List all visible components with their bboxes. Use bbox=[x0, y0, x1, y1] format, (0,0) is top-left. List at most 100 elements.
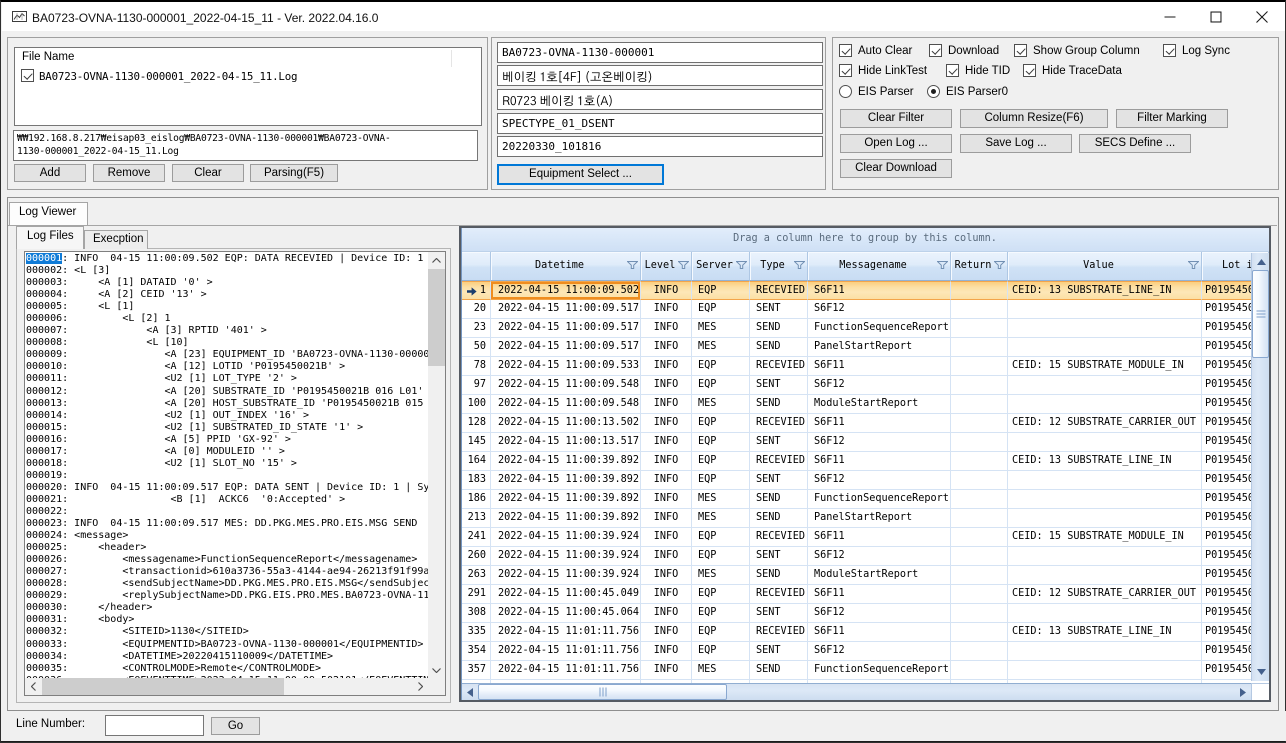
grid-row-335[interactable]: 3352022-04-15 11:01:11.756INFOEQPRECEVIE… bbox=[461, 623, 1251, 642]
grid-cell-datetime[interactable]: 2022-04-15 11:00:39.892 bbox=[491, 490, 641, 509]
grid-cell-value[interactable] bbox=[1008, 338, 1202, 357]
grid-cell-type[interactable]: SEND bbox=[750, 566, 808, 585]
grid-cell-server[interactable]: EQP bbox=[692, 281, 750, 300]
filter-funnel-icon[interactable] bbox=[736, 261, 747, 269]
open-log-button[interactable]: Open Log ... bbox=[840, 134, 952, 153]
grid-cell-message[interactable]: FunctionSequenceReport bbox=[808, 490, 951, 509]
checkbox-box-icon[interactable] bbox=[839, 44, 852, 57]
grid-cell-server[interactable]: EQP bbox=[692, 357, 750, 376]
grid-scroll-right-icon[interactable] bbox=[1234, 684, 1251, 701]
grid-cell-value[interactable]: CEID: 13 SUBSTRATE_LINE_IN bbox=[1008, 623, 1202, 642]
grid-cell-level[interactable]: INFO bbox=[641, 376, 692, 395]
grid-row-23[interactable]: 232022-04-15 11:00:09.517INFOMESSENDFunc… bbox=[461, 319, 1251, 338]
grid-cell-ind[interactable]: 145 bbox=[461, 433, 491, 452]
close-button[interactable] bbox=[1239, 2, 1285, 31]
checkbox-box-icon[interactable] bbox=[1163, 44, 1176, 57]
grid-cell-value[interactable] bbox=[1008, 547, 1202, 566]
grid-cell-server[interactable]: MES bbox=[692, 395, 750, 414]
grid-cell-type[interactable]: SENT bbox=[750, 547, 808, 566]
grid-cell-lot[interactable]: P0195450021B bbox=[1202, 433, 1251, 452]
grid-cell-message[interactable]: FunctionSequenceReport bbox=[808, 661, 951, 680]
scroll-left-icon[interactable] bbox=[25, 678, 42, 695]
grid-cell-message[interactable]: S6F11 bbox=[808, 357, 951, 376]
grid-cell-type[interactable]: SENT bbox=[750, 300, 808, 319]
scroll-right-icon[interactable] bbox=[412, 678, 429, 695]
grid-cell-datetime[interactable]: 2022-04-15 11:01:11.756 bbox=[491, 661, 641, 680]
checkbox-box-icon[interactable] bbox=[839, 64, 852, 77]
radio-circle-icon[interactable] bbox=[927, 85, 940, 98]
grid-cell-server[interactable]: EQP bbox=[692, 528, 750, 547]
grid-cell-server[interactable]: EQP bbox=[692, 604, 750, 623]
grid-vertical-scrollbar[interactable] bbox=[1251, 253, 1269, 681]
grid-cell-value[interactable] bbox=[1008, 433, 1202, 452]
clear-button[interactable]: Clear bbox=[172, 164, 244, 182]
grid-cell-datetime[interactable]: 2022-04-15 11:00:09.548 bbox=[491, 395, 641, 414]
grid-cell-message[interactable]: S6F12 bbox=[808, 300, 951, 319]
log-text-area[interactable]: 000001: INFO 04-15 11:00:09.502 EQP: DAT… bbox=[24, 251, 446, 696]
grid-cell-datetime[interactable]: 2022-04-15 11:00:09.517 bbox=[491, 319, 641, 338]
scroll-down-icon[interactable] bbox=[428, 662, 445, 679]
grid-cell-type[interactable]: RECEVIED bbox=[750, 528, 808, 547]
grid-cell-ind[interactable]: 357 bbox=[461, 661, 491, 680]
grid-cell-return[interactable] bbox=[951, 566, 1008, 585]
grid-group-by-band[interactable]: Drag a column here to group by this colu… bbox=[461, 228, 1269, 252]
grid-column-header-server[interactable]: Server bbox=[692, 252, 750, 281]
filter-funnel-icon[interactable] bbox=[1188, 261, 1199, 269]
grid-column-header-datetime[interactable]: Datetime bbox=[491, 252, 641, 281]
grid-cell-datetime[interactable]: 2022-04-15 11:00:13.517 bbox=[491, 433, 641, 452]
line-number-input[interactable] bbox=[105, 715, 204, 736]
grid-cell-return[interactable] bbox=[951, 642, 1008, 661]
grid-row-128[interactable]: 1282022-04-15 11:00:13.502INFOEQPRECEVIE… bbox=[461, 414, 1251, 433]
grid-cell-level[interactable]: INFO bbox=[641, 281, 692, 300]
tab-log-viewer[interactable]: Log Viewer bbox=[9, 202, 88, 225]
grid-row-186[interactable]: 1862022-04-15 11:00:39.892INFOMESSENDFun… bbox=[461, 490, 1251, 509]
grid-cell-value[interactable]: CEID: 13 SUBSTRATE_LINE_IN bbox=[1008, 452, 1202, 471]
grid-cell-lot[interactable]: P0195450021B bbox=[1202, 604, 1251, 623]
grid-cell-level[interactable]: INFO bbox=[641, 490, 692, 509]
grid-row-213[interactable]: 2132022-04-15 11:00:39.892INFOMESSENDPan… bbox=[461, 509, 1251, 528]
grid-cell-datetime[interactable]: 2022-04-15 11:01:11.756 bbox=[491, 623, 641, 642]
grid-row-308[interactable]: 3082022-04-15 11:00:45.064INFOEQPSENTS6F… bbox=[461, 604, 1251, 623]
grid-cell-return[interactable] bbox=[951, 357, 1008, 376]
grid-cell-type[interactable]: RECEVIED bbox=[750, 414, 808, 433]
grid-cell-return[interactable] bbox=[951, 395, 1008, 414]
grid-cell-lot[interactable]: P0195450021B bbox=[1202, 471, 1251, 490]
grid-cell-type[interactable]: SENT bbox=[750, 642, 808, 661]
scroll-up-icon[interactable] bbox=[428, 252, 445, 269]
grid-cell-ind[interactable]: 97 bbox=[461, 376, 491, 395]
spec-date-field[interactable]: 20220330_101816 bbox=[497, 136, 823, 157]
grid-cell-return[interactable] bbox=[951, 661, 1008, 680]
grid-cell-lot[interactable]: P0195450021B bbox=[1202, 509, 1251, 528]
filter-marking-button[interactable]: Filter Marking bbox=[1116, 109, 1228, 128]
grid-cell-value[interactable]: CEID: 12 SUBSTRATE_CARRIER_OUT bbox=[1008, 585, 1202, 604]
file-list-column-header[interactable]: File Name bbox=[22, 51, 74, 63]
grid-cell-lot[interactable]: P0195450021B bbox=[1202, 395, 1251, 414]
grid-cell-message[interactable]: PanelStartReport bbox=[808, 338, 951, 357]
grid-row-145[interactable]: 1452022-04-15 11:00:13.517INFOEQPSENTS6F… bbox=[461, 433, 1251, 452]
grid-cell-server[interactable]: EQP bbox=[692, 433, 750, 452]
grid-cell-lot[interactable]: P0195450021B bbox=[1202, 300, 1251, 319]
spectype-field[interactable]: SPECTYPE_01_DSENT bbox=[497, 113, 823, 134]
log-horizontal-scrollbar[interactable] bbox=[25, 678, 429, 695]
grid-cell-message[interactable]: S6F11 bbox=[808, 414, 951, 433]
grid-scroll-left-icon[interactable] bbox=[461, 684, 478, 701]
grid-cell-type[interactable]: RECEVIED bbox=[750, 357, 808, 376]
grid-cell-ind[interactable]: 78 bbox=[461, 357, 491, 376]
grid-cell-value[interactable] bbox=[1008, 300, 1202, 319]
grid-cell-message[interactable]: S6F12 bbox=[808, 433, 951, 452]
grid-cell-type[interactable]: RECEVIED bbox=[750, 452, 808, 471]
grid-row-20[interactable]: 202022-04-15 11:00:09.517INFOEQPSENTS6F1… bbox=[461, 300, 1251, 319]
grid-cell-server[interactable]: EQP bbox=[692, 471, 750, 490]
clear-download-button[interactable]: Clear Download bbox=[840, 159, 952, 178]
grid-hscroll-thumb[interactable] bbox=[478, 684, 727, 700]
grid-cell-return[interactable] bbox=[951, 281, 1008, 300]
grid-cell-message[interactable]: S6F12 bbox=[808, 376, 951, 395]
checkbox-box-icon[interactable] bbox=[929, 44, 942, 57]
grid-cell-datetime[interactable]: 2022-04-15 11:00:13.502 bbox=[491, 414, 641, 433]
checkbox-box-icon[interactable] bbox=[1014, 44, 1027, 57]
equipment-select-button[interactable]: Equipment Select ... bbox=[497, 164, 664, 185]
grid-cell-ind[interactable]: 164 bbox=[461, 452, 491, 471]
grid-row-260[interactable]: 2602022-04-15 11:00:39.924INFOEQPSENTS6F… bbox=[461, 547, 1251, 566]
grid-cell-type[interactable]: SEND bbox=[750, 661, 808, 680]
grid-row-50[interactable]: 502022-04-15 11:00:09.517INFOMESSENDPane… bbox=[461, 338, 1251, 357]
